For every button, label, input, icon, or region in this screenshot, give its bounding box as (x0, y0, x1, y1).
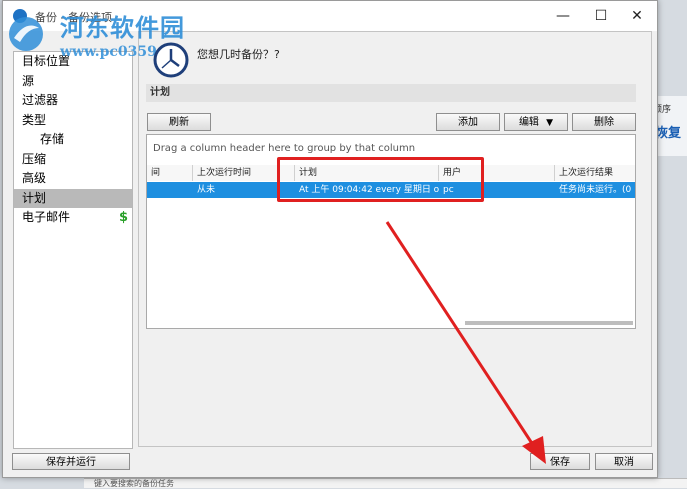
options-nav: 目标位置 源 过滤器 类型 存储 压缩 高级 计划 电子邮件 $ (13, 51, 133, 449)
nav-item-type[interactable]: 类型 (14, 111, 132, 131)
close-button[interactable]: ✕ (619, 5, 655, 27)
horizontal-scrollbar[interactable] (465, 321, 633, 325)
nav-item-schedule[interactable]: 计划 (14, 188, 132, 208)
nav-item-email[interactable]: 电子邮件 $ (14, 208, 132, 228)
cancel-button[interactable]: 取消 (595, 453, 653, 470)
nav-item-source[interactable]: 源 (14, 72, 132, 92)
column-header-last-result[interactable]: 上次运行结果 (555, 165, 635, 181)
nav-item-filter[interactable]: 过滤器 (14, 91, 132, 111)
save-and-run-button[interactable]: 保存并运行 (12, 453, 130, 470)
add-button[interactable]: 添加 (436, 113, 500, 131)
schedule-prompt: 您想几时备份？? (197, 48, 280, 61)
edit-button-label: 编辑 (518, 117, 539, 128)
nav-item-email-label: 电子邮件 (22, 210, 71, 224)
background-search-hint: 键入要搜索的备份任务 (94, 479, 174, 488)
dollar-icon: $ (118, 210, 128, 225)
watermark-logo-icon (9, 17, 43, 51)
column-header-interval[interactable]: 间 (147, 165, 193, 181)
section-title: 计划 (146, 84, 636, 102)
clock-icon (153, 42, 189, 78)
refresh-button[interactable]: 刷新 (147, 113, 211, 131)
minimize-button[interactable]: — (545, 5, 581, 27)
highlight-box (277, 157, 484, 202)
group-by-hint: Drag a column header here to group by th… (153, 143, 416, 154)
nav-item-advanced[interactable]: 高级 (14, 169, 132, 189)
save-button[interactable]: 保存 (530, 453, 590, 470)
chevron-down-icon: ▼ (546, 118, 554, 128)
nav-item-compression[interactable]: 压缩 (14, 150, 132, 170)
background-restore-link[interactable]: 恢复 (655, 122, 681, 141)
edit-button[interactable]: 编辑 ▼ (504, 113, 568, 131)
nav-item-storage[interactable]: 存储 (14, 130, 132, 150)
cell-last-result: 任务尚未运行。(0 (559, 185, 632, 195)
maximize-button[interactable]: ☐ (583, 5, 619, 27)
watermark-site-name: 河东软件园 (60, 14, 185, 42)
delete-button[interactable]: 删除 (572, 113, 636, 131)
